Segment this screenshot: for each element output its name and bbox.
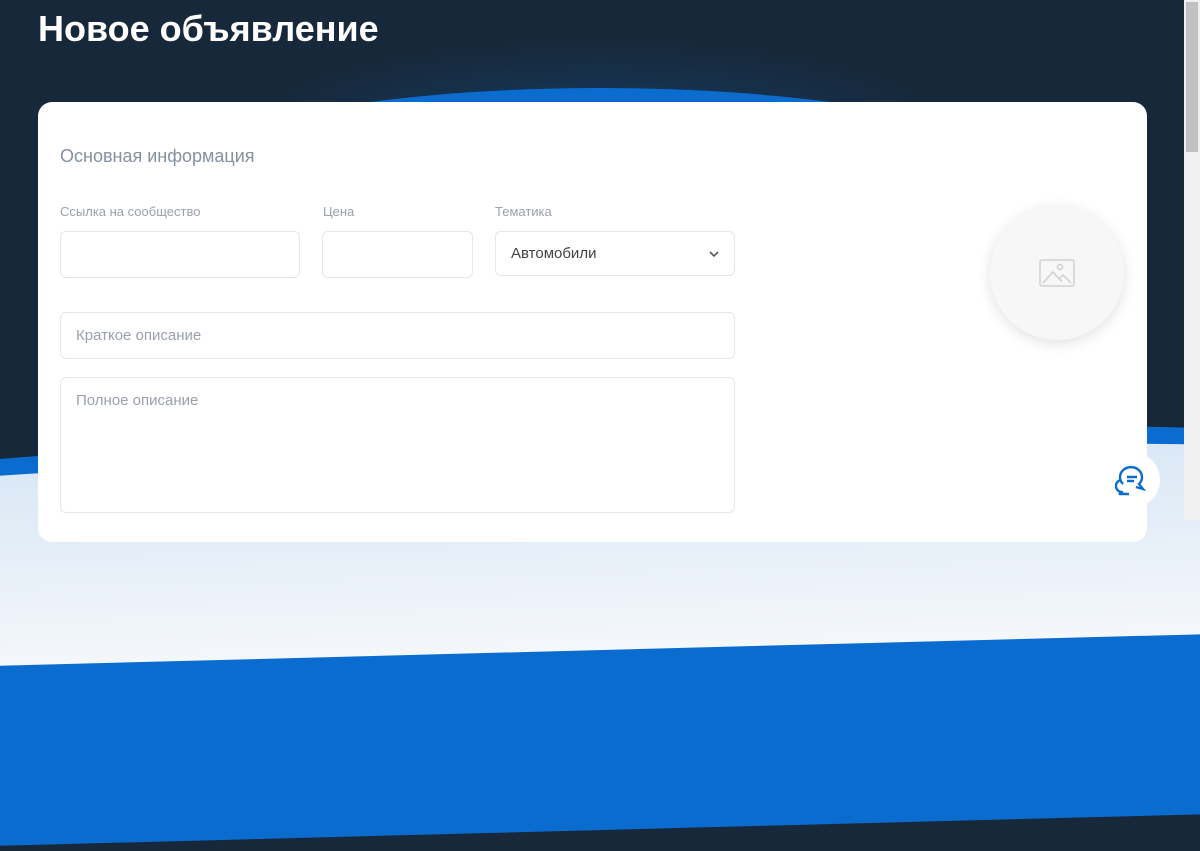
topic-value: Автомобили (511, 245, 597, 262)
chat-icon (1115, 466, 1147, 496)
chat-button[interactable] (1104, 452, 1160, 508)
topic-label: Тематика (495, 204, 552, 219)
scrollbar-thumb[interactable] (1186, 2, 1198, 152)
community-link-label: Ссылка на сообщество (60, 204, 201, 219)
topic-select[interactable]: Автомобили (495, 231, 735, 276)
scrollbar[interactable] (1184, 0, 1200, 520)
chevron-down-icon (709, 251, 719, 258)
image-upload[interactable] (990, 206, 1124, 340)
section-title: Основная информация (60, 146, 255, 166)
price-label: Цена (323, 204, 355, 219)
ad-form-card: Основная информация Ссылка на сообщество… (38, 102, 1147, 542)
price-input[interactable] (322, 231, 473, 278)
community-link-input[interactable] (60, 231, 300, 278)
full-description-textarea[interactable]: Полное описание (60, 377, 735, 513)
short-description-input[interactable]: Краткое описание (60, 312, 735, 359)
image-icon (1039, 259, 1075, 287)
page-title: Новое объявление (38, 8, 379, 49)
